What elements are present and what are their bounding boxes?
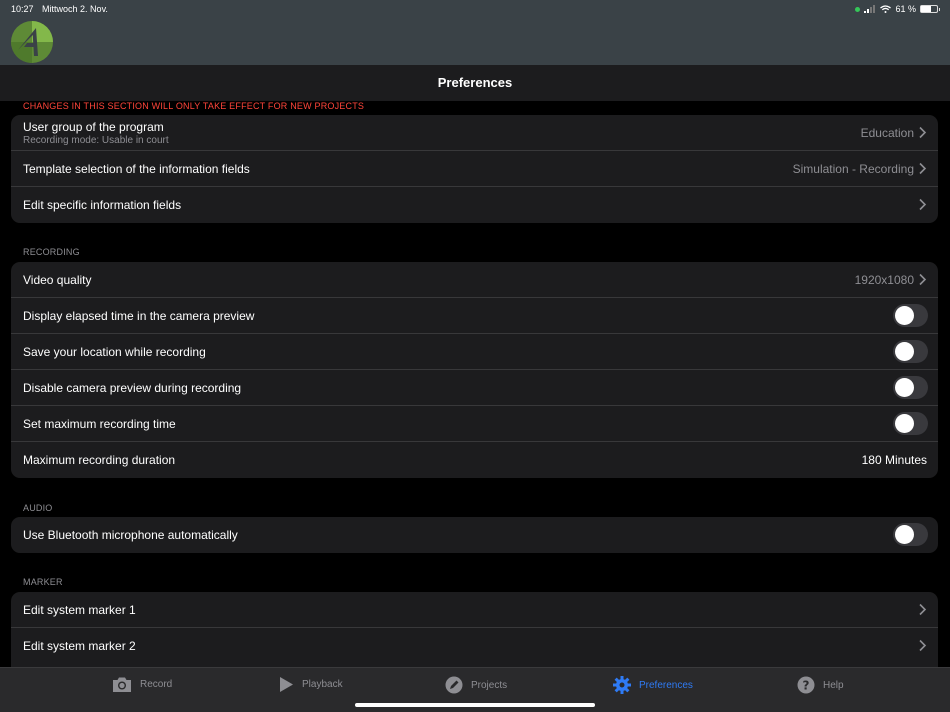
- save-location-label: Save your location while recording: [23, 345, 206, 359]
- page-title: Preferences: [437, 75, 513, 90]
- toggle-knob: [895, 378, 914, 397]
- toggle-knob: [895, 525, 914, 544]
- tab-preferences[interactable]: Preferences: [613, 676, 693, 694]
- edit-information-fields-label: Edit specific information fields: [23, 198, 182, 212]
- tab-playback[interactable]: Playback: [279, 676, 343, 693]
- camera-in-use-indicator: [855, 6, 861, 12]
- svg-text:?: ?: [803, 678, 810, 692]
- chevron-right-icon: [919, 126, 927, 139]
- preferences-list[interactable]: CHANGES IN THIS SECTION WILL ONLY TAKE E…: [0, 101, 950, 667]
- elapsed-time-label: Display elapsed time in the camera previ…: [23, 309, 255, 323]
- gear-icon: [613, 676, 631, 694]
- disable-preview-label: Disable camera preview during recording: [23, 381, 242, 395]
- max-recording-time-row: Set maximum recording time: [11, 406, 938, 442]
- system-marker-2-row[interactable]: Edit system marker 2: [11, 628, 938, 664]
- template-selection-value: Simulation - Recording: [792, 162, 914, 176]
- cellular-signal-icon: [864, 5, 876, 13]
- template-selection-row[interactable]: Template selection of the information fi…: [11, 151, 938, 187]
- recording-settings-group: Video quality 1920x1080 Display elapsed …: [11, 262, 938, 478]
- section-header-marker: MARKER: [23, 577, 63, 587]
- system-marker-1-label: Edit system marker 1: [23, 603, 136, 617]
- bluetooth-microphone-label: Use Bluetooth microphone automatically: [23, 528, 238, 542]
- chevron-right-icon: [919, 603, 927, 616]
- camera-icon: [113, 677, 131, 692]
- help-icon: ?: [797, 676, 815, 694]
- play-icon: [280, 677, 293, 692]
- project-settings-group: User group of the program Recording mode…: [11, 115, 938, 223]
- section-header-recording: RECORDING: [23, 247, 80, 257]
- user-group-value: Education: [860, 126, 914, 140]
- toggle-knob: [895, 306, 914, 325]
- tab-help[interactable]: ? Help: [797, 676, 844, 694]
- status-bar: 10:27 Mittwoch 2. Nov. 61 %: [0, 0, 950, 18]
- template-selection-label: Template selection of the information fi…: [23, 162, 250, 176]
- app-header: [0, 18, 950, 65]
- audio-settings-group: Use Bluetooth microphone automatically: [11, 517, 938, 553]
- section-header-project-warning: CHANGES IN THIS SECTION WILL ONLY TAKE E…: [23, 101, 365, 111]
- battery-level: [921, 6, 931, 12]
- max-recording-duration-label: Maximum recording duration: [23, 453, 176, 467]
- video-quality-value: 1920x1080: [854, 273, 914, 287]
- chevron-right-icon: [919, 639, 927, 652]
- battery-icon: [920, 5, 940, 13]
- bluetooth-microphone-toggle[interactable]: [893, 523, 928, 546]
- elapsed-time-row: Display elapsed time in the camera previ…: [11, 298, 938, 334]
- home-indicator[interactable]: [355, 703, 595, 707]
- wifi-icon: [880, 5, 892, 13]
- edit-information-fields-row[interactable]: Edit specific information fields: [11, 187, 938, 223]
- toggle-knob: [895, 342, 914, 361]
- section-header-audio: AUDIO: [23, 503, 53, 513]
- status-left: 10:27 Mittwoch 2. Nov.: [11, 4, 114, 14]
- battery-percentage: 61 %: [895, 4, 916, 14]
- user-group-label: User group of the program: [23, 120, 164, 134]
- tab-record-label: Record: [140, 679, 173, 690]
- app-logo-icon: [11, 21, 53, 63]
- tab-help-label: Help: [823, 679, 844, 691]
- status-right: 61 %: [855, 4, 940, 14]
- tab-projects[interactable]: Projects: [445, 676, 507, 694]
- toggle-knob: [895, 414, 914, 433]
- max-recording-duration-value: 180 Minutes: [861, 453, 927, 467]
- status-time: 10:27: [11, 4, 34, 14]
- bluetooth-microphone-row: Use Bluetooth microphone automatically: [11, 517, 938, 553]
- disable-preview-row: Disable camera preview during recording: [11, 370, 938, 406]
- user-group-subtitle: Recording mode: Usable in court: [23, 135, 169, 146]
- user-group-row[interactable]: User group of the program Recording mode…: [11, 115, 938, 151]
- elapsed-time-toggle[interactable]: [893, 304, 928, 327]
- video-quality-row[interactable]: Video quality 1920x1080: [11, 262, 938, 298]
- chevron-right-icon: [919, 162, 927, 175]
- max-recording-time-toggle[interactable]: [893, 412, 928, 435]
- navigation-bar: Preferences: [0, 65, 950, 101]
- tab-preferences-label: Preferences: [639, 679, 693, 691]
- tab-playback-label: Playback: [302, 679, 343, 690]
- max-recording-duration-row[interactable]: Maximum recording duration 180 Minutes: [11, 442, 938, 478]
- save-location-toggle[interactable]: [893, 340, 928, 363]
- marker-settings-group: Edit system marker 1 Edit system marker …: [11, 592, 938, 667]
- chevron-right-icon: [919, 198, 927, 211]
- video-quality-label: Video quality: [23, 273, 92, 287]
- tab-record[interactable]: Record: [112, 676, 172, 693]
- tab-projects-label: Projects: [471, 679, 508, 691]
- system-marker-1-row[interactable]: Edit system marker 1: [11, 592, 938, 628]
- save-location-row: Save your location while recording: [11, 334, 938, 370]
- system-marker-2-label: Edit system marker 2: [23, 639, 136, 653]
- max-recording-time-label: Set maximum recording time: [23, 417, 176, 431]
- pencil-icon: [445, 676, 463, 694]
- chevron-right-icon: [919, 273, 927, 286]
- status-date: Mittwoch 2. Nov.: [42, 4, 108, 14]
- disable-preview-toggle[interactable]: [893, 376, 928, 399]
